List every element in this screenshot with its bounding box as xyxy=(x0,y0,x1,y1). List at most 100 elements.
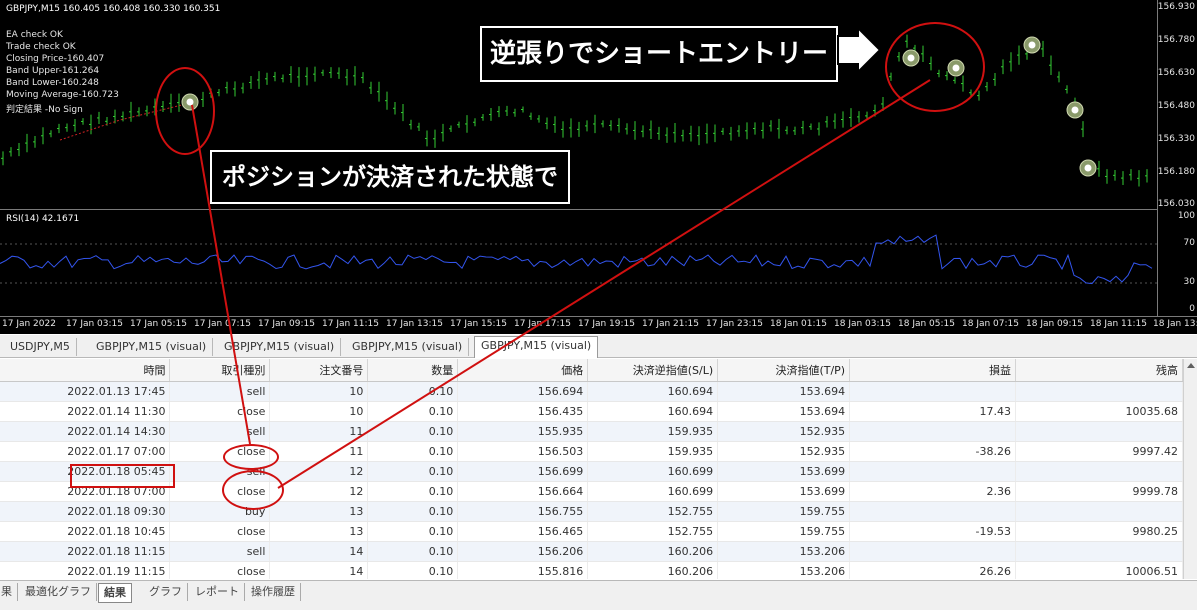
time-label: 17 Jan 03:15 xyxy=(66,319,123,329)
table-cell: 11 xyxy=(269,421,369,442)
time-label: 17 Jan 07:15 xyxy=(194,319,251,329)
btab-partial[interactable]: 果 xyxy=(0,583,18,601)
btab-report[interactable]: レポート xyxy=(190,583,245,601)
price-label: 156.030 xyxy=(1157,199,1195,209)
price-label: 156.930 xyxy=(1157,2,1195,12)
time-label: 17 Jan 23:15 xyxy=(706,319,763,329)
table-cell xyxy=(1015,421,1183,442)
column-header[interactable]: 時間 xyxy=(0,359,171,382)
rsi-level: 0 xyxy=(1189,304,1195,314)
table-cell: 12 xyxy=(269,461,369,482)
rsi-level: 70 xyxy=(1183,238,1195,248)
table-cell: 2022.01.19 11:15 xyxy=(0,561,171,579)
price-label: 156.630 xyxy=(1157,68,1195,78)
table-cell: 156.694 xyxy=(457,381,589,402)
table-cell: 156.755 xyxy=(457,501,589,522)
highlight-ellipse xyxy=(155,67,215,155)
table-cell xyxy=(849,461,1017,482)
column-header[interactable]: 取引種別 xyxy=(169,359,271,382)
table-row[interactable]: 2022.01.17 07:00 close 11 0.10 156.503 159.93… xyxy=(0,441,1183,462)
tab-gbpjpy-visual-2[interactable]: GBPJPY,M15 (visual) xyxy=(218,338,342,356)
callout-short-entry: 逆張りでショートエントリー xyxy=(480,26,839,82)
tab-gbpjpy-visual-active[interactable]: GBPJPY,M15 (visual) xyxy=(474,336,599,358)
btab-results[interactable]: 結果 xyxy=(98,583,132,603)
table-cell: -38.26 xyxy=(849,441,1017,462)
tab-usdjpy-m5[interactable]: USDJPY,M5 xyxy=(4,338,77,356)
time-label: 18 Jan 01:15 xyxy=(770,319,827,329)
tab-gbpjpy-visual-1[interactable]: GBPJPY,M15 (visual) xyxy=(90,338,214,356)
table-cell: 2022.01.18 10:45 xyxy=(0,521,171,542)
btab-optimization-graph[interactable]: 最適化グラフ xyxy=(20,583,97,601)
table-cell xyxy=(849,381,1017,402)
highlight-ellipse xyxy=(885,22,985,112)
time-label: 18 Jan 05:15 xyxy=(898,319,955,329)
chart-tab-bar: USDJPY,M5 GBPJPY,M15 (visual) GBPJPY,M15… xyxy=(0,335,1197,358)
btab-graph[interactable]: グラフ xyxy=(144,583,188,601)
time-label: 17 Jan 05:15 xyxy=(130,319,187,329)
table-row[interactable]: 2022.01.18 11:15 sell 14 0.10 156.206 160.206… xyxy=(0,541,1183,562)
table-cell: 153.206 xyxy=(717,561,851,579)
time-label: 17 Jan 2022 xyxy=(2,319,56,329)
column-header[interactable]: 決済逆指値(S/L) xyxy=(587,359,719,382)
table-cell: 156.465 xyxy=(457,521,589,542)
column-header[interactable]: 残高 xyxy=(1015,359,1183,382)
btab-operation-history[interactable]: 操作履歴 xyxy=(246,583,301,601)
rsi-level: 30 xyxy=(1183,277,1195,287)
table-cell: 11 xyxy=(269,441,369,462)
table-row[interactable]: 2022.01.14 14:30 sell 11 0.10 155.935 159.935… xyxy=(0,421,1183,442)
time-label: 17 Jan 19:15 xyxy=(578,319,635,329)
price-chart[interactable]: GBPJPY,M15 160.405 160.408 160.330 160.3… xyxy=(0,0,1197,334)
time-label: 17 Jan 09:15 xyxy=(258,319,315,329)
table-cell: 2022.01.18 09:30 xyxy=(0,501,171,522)
rsi-line xyxy=(0,234,1153,285)
time-label: 18 Jan 07:15 xyxy=(962,319,1019,329)
table-scrollbar[interactable] xyxy=(1183,359,1197,579)
table-cell: 14 xyxy=(269,541,369,562)
table-cell xyxy=(849,421,1017,442)
table-cell: 160.694 xyxy=(587,401,719,422)
table-cell: 156.503 xyxy=(457,441,589,462)
info-line-judgement: 判定結果 -No Sign xyxy=(6,105,83,115)
table-cell: 153.699 xyxy=(717,461,851,482)
table-cell: 152.755 xyxy=(587,521,719,542)
table-cell: 156.435 xyxy=(457,401,589,422)
table-cell: 160.694 xyxy=(587,381,719,402)
table-cell: close xyxy=(169,521,271,542)
trade-marker-dot xyxy=(1071,106,1079,114)
table-cell: sell xyxy=(169,421,271,442)
table-cell: sell xyxy=(169,381,271,402)
table-cell: 152.935 xyxy=(717,421,851,442)
column-header[interactable]: 決済指値(T/P) xyxy=(717,359,851,382)
table-row[interactable]: 2022.01.18 09:30 buy 13 0.10 156.755 152.755 1… xyxy=(0,501,1183,522)
table-cell: 2.36 xyxy=(849,481,1017,502)
price-label: 156.780 xyxy=(1157,35,1195,45)
table-cell: 160.206 xyxy=(587,541,719,562)
table-cell: 0.10 xyxy=(367,461,459,482)
table-cell: 2022.01.17 07:00 xyxy=(0,441,171,462)
table-row[interactable]: 2022.01.14 11:30 close 10 0.10 156.435 160.69… xyxy=(0,401,1183,422)
table-cell: 0.10 xyxy=(367,541,459,562)
column-header[interactable]: 数量 xyxy=(367,359,459,382)
tab-gbpjpy-visual-3[interactable]: GBPJPY,M15 (visual) xyxy=(346,338,470,356)
results-table-container: 時間 取引種別 注文番号 数量 価格 決済逆指値(S/L) 決済指値(T/P) 損益 残高 20… xyxy=(0,359,1183,579)
highlight-ellipse xyxy=(222,470,284,510)
time-label: 17 Jan 21:15 xyxy=(642,319,699,329)
table-cell: 0.10 xyxy=(367,441,459,462)
table-cell: 2022.01.14 14:30 xyxy=(0,421,171,442)
table-row[interactable]: 2022.01.18 10:45 close 13 0.10 156.465 152.75… xyxy=(0,521,1183,542)
column-header[interactable]: 損益 xyxy=(849,359,1017,382)
scroll-up-icon[interactable] xyxy=(1187,363,1195,368)
column-header[interactable]: 注文番号 xyxy=(269,359,369,382)
table-cell: 0.10 xyxy=(367,381,459,402)
column-header[interactable]: 価格 xyxy=(457,359,589,382)
table-row[interactable]: 2022.01.18 05:45 sell 12 0.10 156.699 160.699… xyxy=(0,461,1183,482)
table-cell: 26.26 xyxy=(849,561,1017,579)
table-cell: 0.10 xyxy=(367,421,459,442)
table-row[interactable]: 2022.01.19 11:15 close 14 0.10 155.816 160.20… xyxy=(0,561,1183,579)
table-cell: 152.935 xyxy=(717,441,851,462)
table-row[interactable]: 2022.01.13 17:45 sell 10 0.10 156.694 160.694… xyxy=(0,381,1183,402)
rsi-level: 100 xyxy=(1177,211,1195,221)
table-row[interactable]: 2022.01.18 07:00 close 12 0.10 156.664 160.69… xyxy=(0,481,1183,502)
table-cell: 156.699 xyxy=(457,461,589,482)
table-cell xyxy=(849,541,1017,562)
